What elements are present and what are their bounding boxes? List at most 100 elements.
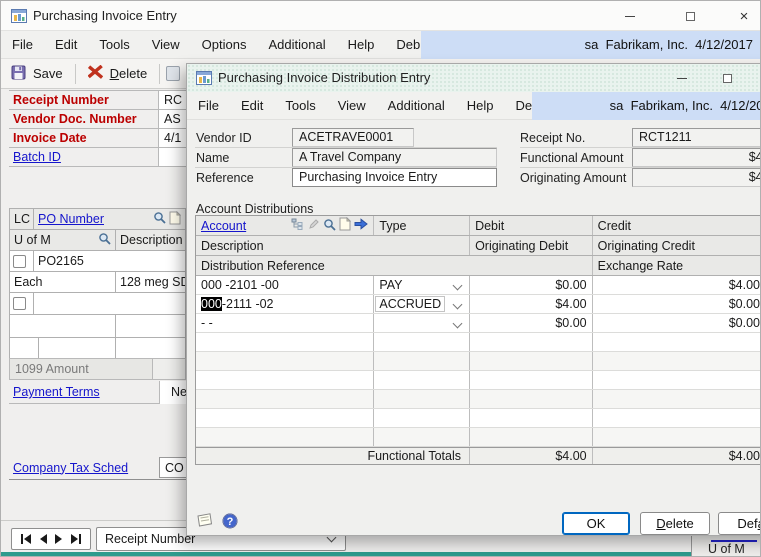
chevron-down-icon — [452, 280, 463, 291]
empty-row[interactable] — [9, 315, 186, 338]
table-header-row1: Account Type Debit Credit — [196, 216, 760, 236]
ok-button[interactable]: OK — [562, 512, 630, 535]
po-number-cell[interactable] — [33, 293, 185, 314]
distribution-row[interactable]: 000 -2111 -02 ACCRUED $4.00 $0.00 — [196, 295, 760, 314]
dialog-menu-file[interactable]: File — [187, 92, 230, 120]
type-header: Type — [373, 216, 469, 235]
menu-file[interactable]: File — [1, 31, 44, 59]
browse-next-button[interactable] — [55, 534, 63, 544]
empty-distribution-row[interactable] — [196, 352, 760, 371]
empty-distribution-row[interactable] — [196, 428, 760, 447]
expand-arrow-icon[interactable] — [354, 218, 369, 233]
empty-distribution-row[interactable] — [196, 371, 760, 390]
company-tax-link[interactable]: Company Tax Sched — [13, 461, 128, 475]
note-icon[interactable] — [169, 210, 182, 228]
dialog-maximize-button[interactable] — [710, 64, 744, 92]
account-cell[interactable]: 000 -2111 -02 — [196, 295, 373, 313]
save-button[interactable]: Save — [1, 61, 73, 87]
window-border-strip — [1, 552, 760, 556]
svg-text:?: ? — [227, 516, 234, 528]
notes-icon[interactable] — [195, 512, 214, 532]
account-cell[interactable]: - - — [196, 314, 373, 332]
vendor-doc-row: Vendor Doc. Number AS — [9, 110, 186, 129]
grid-header-row1: LC PO Number — [9, 208, 186, 230]
menu-view[interactable]: View — [141, 31, 191, 59]
browse-first-button[interactable] — [20, 534, 31, 544]
batch-id-link[interactable]: Batch ID — [13, 150, 61, 164]
batch-id-field[interactable] — [158, 148, 186, 166]
dialog-menu-additional[interactable]: Additional — [377, 92, 456, 120]
menu-tools[interactable]: Tools — [88, 31, 140, 59]
dialog-menu-edit[interactable]: Edit — [230, 92, 274, 120]
lookup-icon[interactable] — [153, 211, 166, 227]
lookup-icon[interactable] — [98, 232, 111, 248]
lc-checkbox[interactable] — [13, 297, 26, 310]
payment-terms-link[interactable]: Payment Terms — [13, 385, 100, 399]
delete-button[interactable]: Delete — [78, 61, 158, 87]
distribution-row[interactable]: 000 -2101 -00 PAY $0.00 $4.00 — [196, 276, 760, 295]
receipt-number-label: Receipt Number — [13, 93, 109, 107]
dialog-title: Purchasing Invoice Distribution Entry — [218, 70, 431, 85]
grid-header-row2: U of M Description — [9, 230, 186, 251]
save-label: Save — [33, 66, 63, 81]
note-icon[interactable] — [339, 216, 352, 234]
session-info: sa Fabrikam, Inc. 4/12/2017 — [421, 31, 760, 59]
minimize-button[interactable] — [613, 1, 647, 31]
credit-cell[interactable]: $0.00 — [591, 314, 760, 332]
account-hierarchy-icon[interactable] — [291, 218, 305, 233]
browse-previous-button[interactable] — [39, 534, 47, 544]
account-link[interactable]: Account — [201, 219, 246, 233]
invoice-date-field[interactable]: 4/1 — [158, 129, 186, 147]
po-number-link[interactable]: PO Number — [38, 212, 104, 226]
exchange-rate-header: Exchange Rate — [591, 256, 760, 275]
empty-distribution-row[interactable] — [196, 333, 760, 352]
dialog-minimize-button[interactable] — [665, 64, 699, 92]
vendor-doc-field[interactable]: AS — [158, 110, 186, 128]
functional-amount-label: Functional Amount — [520, 151, 624, 165]
credit-cell[interactable]: $4.00 — [591, 276, 760, 294]
empty-po-row[interactable] — [9, 293, 186, 315]
uofm-cell[interactable]: Each — [10, 272, 115, 292]
lookup-icon[interactable] — [323, 218, 337, 234]
credit-cell[interactable]: $0.00 — [591, 295, 760, 313]
empty-distribution-row[interactable] — [196, 409, 760, 428]
po-number-cell[interactable]: PO2165 — [33, 251, 185, 271]
debit-cell[interactable]: $0.00 — [469, 276, 592, 294]
empty-distribution-row[interactable] — [196, 390, 760, 409]
maximize-button[interactable] — [673, 1, 707, 31]
menu-help[interactable]: Help — [337, 31, 386, 59]
browse-last-button[interactable] — [71, 534, 82, 544]
help-icon[interactable]: ? — [222, 513, 238, 532]
debit-cell[interactable]: $4.00 — [469, 295, 592, 313]
lc-checkbox[interactable] — [13, 254, 26, 268]
invoice-header-fields: Receipt Number RC Vendor Doc. Number AS … — [9, 90, 186, 167]
type-dropdown[interactable]: ACCRUED — [373, 295, 469, 313]
credit-header: Credit — [591, 216, 760, 235]
debit-cell[interactable]: $0.00 — [469, 314, 592, 332]
menu-edit[interactable]: Edit — [44, 31, 88, 59]
chevron-down-icon — [452, 318, 463, 329]
distribution-row[interactable]: - - $0.00 $0.00 — [196, 314, 760, 333]
reference-field[interactable]: Purchasing Invoice Entry — [292, 168, 497, 187]
receipt-number-field[interactable]: RC — [158, 91, 186, 109]
type-dropdown[interactable] — [373, 314, 469, 332]
default-button[interactable]: Default — [718, 512, 760, 535]
uofm-desc-row[interactable]: Each 128 meg SDR — [9, 272, 186, 293]
po-row[interactable]: PO2165 — [9, 251, 186, 272]
menu-additional[interactable]: Additional — [257, 31, 336, 59]
account-cell[interactable]: 000 -2101 -00 — [196, 276, 373, 294]
close-button[interactable]: × — [727, 1, 760, 31]
description-cell[interactable]: 128 meg SDR — [115, 272, 185, 292]
dialog-menu-help[interactable]: Help — [456, 92, 505, 120]
dialog-menu-tools[interactable]: Tools — [274, 92, 326, 120]
dialog-delete-button[interactable]: Delete — [640, 512, 710, 535]
payment-terms-field[interactable]: Ne — [159, 381, 186, 404]
empty-row[interactable] — [9, 338, 186, 359]
dialog-menu-view[interactable]: View — [327, 92, 377, 120]
type-dropdown[interactable]: PAY — [373, 276, 469, 294]
menu-options[interactable]: Options — [191, 31, 258, 59]
company-tax-field[interactable]: CO — [159, 457, 186, 478]
print-icon[interactable] — [166, 66, 181, 81]
delete-label: Delete — [109, 66, 148, 81]
receipt-no-label: Receipt No. — [520, 131, 586, 145]
